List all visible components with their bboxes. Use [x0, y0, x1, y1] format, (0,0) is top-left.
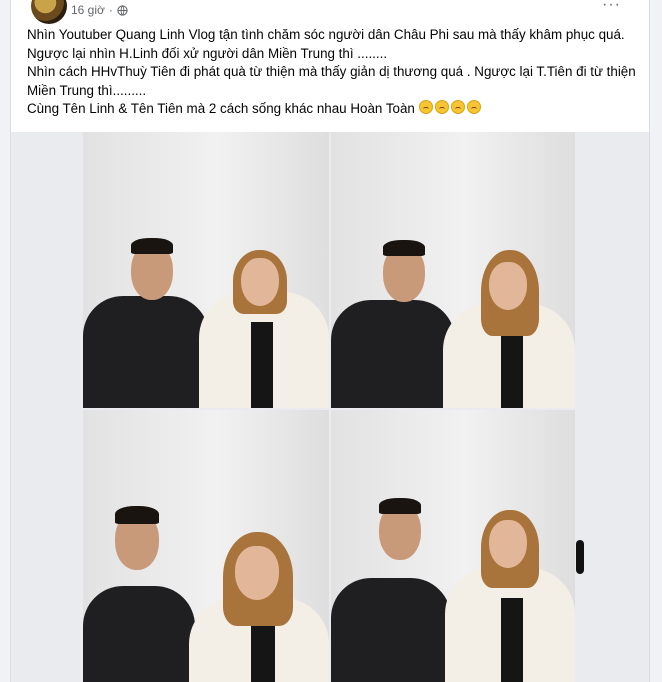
post-text-line-3-text: Cùng Tên Linh & Tên Tiên mà 2 cách sống … — [27, 101, 415, 116]
post-meta: 16 giờ · — [71, 3, 128, 17]
tired-face-emoji-icon — [450, 100, 465, 114]
facebook-post: 16 giờ · ··· Nhìn Youtuber Quang Linh Vl… — [10, 0, 650, 682]
avatar[interactable] — [31, 0, 67, 24]
post-text-line-3: Cùng Tên Linh & Tên Tiên mà 2 cách sống … — [27, 100, 637, 119]
post-text: Nhìn Youtuber Quang Linh Vlog tận tình c… — [27, 26, 637, 119]
tired-face-emoji-icon — [434, 100, 449, 114]
tired-face-emoji-icon — [466, 100, 481, 114]
post-text-line-1: Nhìn Youtuber Quang Linh Vlog tận tình c… — [27, 27, 625, 61]
globe-icon — [117, 4, 128, 16]
photo-top-left[interactable] — [83, 132, 329, 408]
scroll-indicator — [576, 540, 584, 574]
more-options-icon[interactable]: ··· — [602, 0, 621, 14]
post-text-line-2: Nhìn cách HHvThuỳ Tiên đi phát quà từ th… — [27, 64, 636, 98]
photo-bottom-left[interactable] — [83, 410, 329, 682]
tired-face-emoji-icon — [418, 100, 433, 114]
photo-bottom-right[interactable] — [331, 410, 575, 682]
post-timestamp[interactable]: 16 giờ — [71, 3, 105, 17]
photo-grid — [11, 132, 649, 682]
photo-top-right[interactable] — [331, 132, 575, 408]
